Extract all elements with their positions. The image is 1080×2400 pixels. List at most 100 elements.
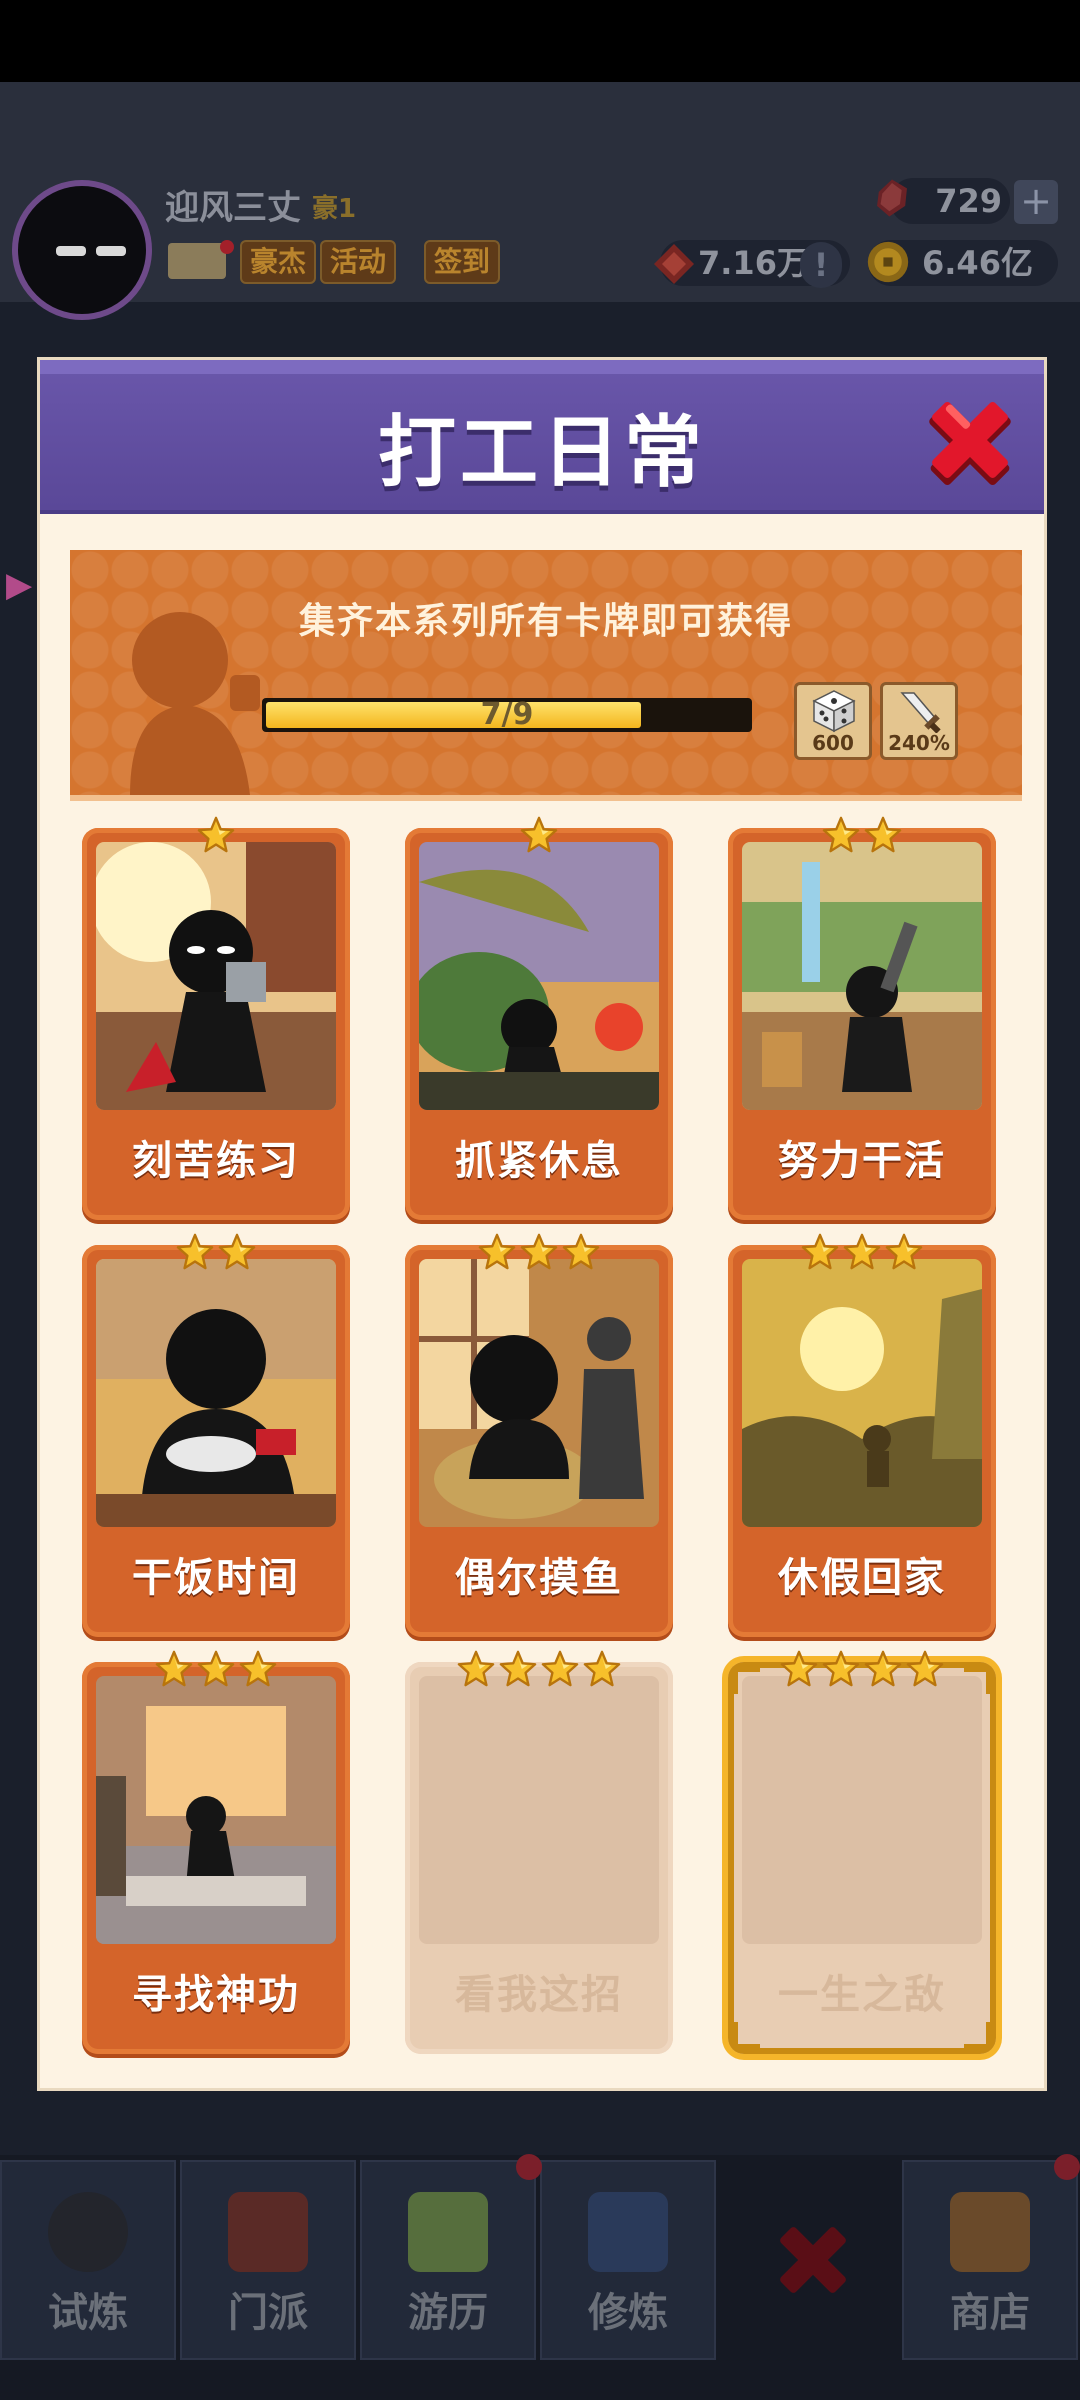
gem-icon: [877, 179, 907, 217]
card-training[interactable]: 刻苦练习: [82, 816, 350, 1220]
avatar-eye-left: [56, 246, 86, 256]
star-icon: [239, 1650, 277, 1687]
card-stars: [728, 1233, 996, 1273]
nav-label: 试炼: [48, 2290, 128, 2336]
card-slack[interactable]: 偶尔摸鱼: [405, 1233, 673, 1637]
star-icon: [478, 1233, 516, 1270]
card-art: [419, 1259, 659, 1527]
nav-tab-shop[interactable]: 商店: [902, 2160, 1078, 2360]
sword-icon: [900, 692, 941, 733]
star-icon: [843, 1233, 881, 1270]
progress-label: 7/9: [480, 697, 534, 732]
reward-dice-label: 600: [812, 731, 854, 755]
player-avatar[interactable]: [12, 180, 152, 320]
card-art: [419, 842, 659, 1110]
card-art: [96, 842, 336, 1110]
gold-frame-corner: [964, 2022, 990, 2048]
card-name: 抓紧休息: [455, 1138, 623, 1184]
nav-label: 门派: [228, 2290, 308, 2336]
temple-icon: [228, 2192, 308, 2272]
nav-notification-dot: [1054, 2154, 1080, 2180]
card-name: 休假回家: [778, 1555, 946, 1601]
star-icon: [864, 1650, 902, 1687]
card-name: 努力干活: [778, 1138, 946, 1184]
gold-frame-corner: [734, 2022, 760, 2048]
nav-notification-dot: [516, 2154, 542, 2180]
card-home[interactable]: 休假回家: [728, 1233, 996, 1637]
star-icon: [801, 1233, 839, 1270]
star-icon: [541, 1650, 579, 1687]
card-art-placeholder: [742, 1676, 982, 1944]
nav-tab-travel[interactable]: 游历: [360, 2160, 536, 2360]
nav-tab-trial[interactable]: 试炼: [0, 2160, 176, 2360]
star-icon: [197, 816, 235, 853]
dialog-title: 打工日常: [377, 408, 706, 498]
dice-icon: [812, 690, 856, 733]
star-icon: [822, 816, 860, 853]
card-work[interactable]: 努力干活: [728, 816, 996, 1220]
status-bar: [0, 0, 1080, 82]
book-icon: [588, 2192, 668, 2272]
power-info-button[interactable]: !: [800, 242, 842, 288]
card-stars: [405, 1233, 673, 1273]
collection-progress-bar: 7/9: [262, 698, 752, 732]
card-stars: [728, 1650, 996, 1690]
star-icon: [218, 1233, 256, 1270]
card-stars: [405, 1650, 673, 1690]
dialog-header: 打工日常: [40, 360, 1044, 514]
close-button[interactable]: [920, 390, 1020, 490]
player-rank: 豪1: [312, 194, 357, 224]
star-icon: [562, 1233, 600, 1270]
card-locked-gold[interactable]: 一生之敌: [728, 1650, 996, 2054]
card-stars: [728, 816, 996, 856]
card-art: [742, 1259, 982, 1527]
star-icon: [499, 1650, 537, 1687]
collection-reward-banner: 集齐本系列所有卡牌即可获得 7/9 600 240%: [70, 550, 1022, 801]
star-icon: [864, 816, 902, 853]
card-rest[interactable]: 抓紧休息: [405, 816, 673, 1220]
card-stars: [82, 816, 350, 856]
card-locked[interactable]: 看我这招: [405, 1650, 673, 2054]
player-name: 迎风三丈: [165, 188, 301, 228]
tag-event-button[interactable]: 活动: [320, 240, 397, 284]
star-icon: [885, 1233, 923, 1270]
reward-sword-label: 240%: [888, 731, 950, 755]
tag-hero-button[interactable]: 豪杰: [240, 240, 317, 284]
nav-tab-cultivate[interactable]: 修炼: [540, 2160, 716, 2360]
card-name: 干饭时间: [132, 1555, 300, 1601]
cloud-mountain-icon: [408, 2192, 488, 2272]
star-icon: [457, 1650, 495, 1687]
card-meal[interactable]: 干饭时间: [82, 1233, 350, 1637]
card-art: [96, 1676, 336, 1944]
card-name: 看我这招: [455, 1972, 623, 2018]
reward-sword[interactable]: 240%: [880, 682, 958, 760]
avatar-eye-right: [96, 246, 126, 256]
add-gems-button[interactable]: +: [1014, 180, 1058, 224]
star-icon: [583, 1650, 621, 1687]
nav-tab-sect[interactable]: 门派: [180, 2160, 356, 2360]
card-stars: [82, 1650, 350, 1690]
ninja-icon: [48, 2192, 128, 2272]
star-icon: [822, 1650, 860, 1687]
card-art-placeholder: [419, 1676, 659, 1944]
nav-label: 修炼: [588, 2290, 668, 2336]
mail-icon[interactable]: [168, 243, 226, 279]
coin-icon: [867, 241, 909, 283]
card-name: 寻找神功: [132, 1972, 300, 2018]
close-icon[interactable]: [770, 2200, 856, 2320]
star-icon: [906, 1650, 944, 1687]
star-icon: [176, 1233, 214, 1270]
card-stars: [82, 1233, 350, 1273]
power-icon: [654, 244, 694, 284]
tag-checkin-button[interactable]: 签到: [424, 240, 501, 284]
card-art: [742, 842, 982, 1110]
star-icon: [155, 1650, 193, 1687]
nav-label: 游历: [408, 2290, 488, 2336]
card-collection-dialog: 打工日常 集齐本系列所有卡牌即可获得 7/9 600 240% 刻苦练习 抓紧休…: [40, 360, 1044, 2088]
card-name: 刻苦练习: [132, 1138, 300, 1184]
star-icon: [520, 1233, 558, 1270]
reward-dice[interactable]: 600: [794, 682, 872, 760]
star-icon: [197, 1650, 235, 1687]
card-search[interactable]: 寻找神功: [82, 1650, 350, 2054]
nav-label: 商店: [950, 2290, 1030, 2336]
